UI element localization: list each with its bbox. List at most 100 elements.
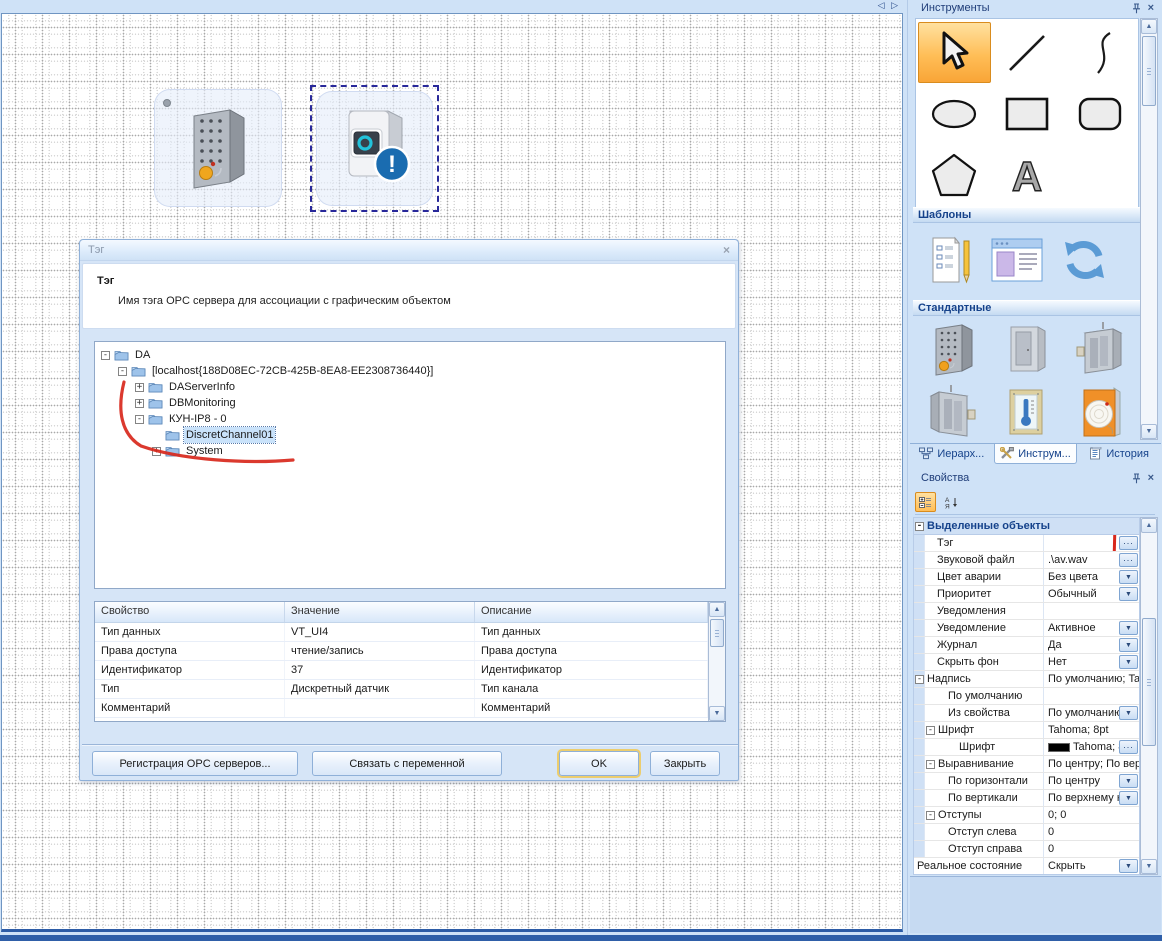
dropdown-button[interactable]: ▼: [1119, 638, 1138, 652]
register-opc-servers-button[interactable]: Регистрация OPC серверов...: [92, 751, 298, 776]
property-value[interactable]: По умолчанию; Taho: [1044, 671, 1139, 687]
property-value[interactable]: 0: [1044, 824, 1139, 840]
alphabetical-icon[interactable]: АЯ: [941, 492, 962, 512]
dropdown-button[interactable]: ▼: [1119, 774, 1138, 788]
tab-История[interactable]: История: [1077, 444, 1161, 464]
property-value[interactable]: ...: [1044, 535, 1139, 551]
rectangle-tool[interactable]: [991, 83, 1064, 144]
tree-item[interactable]: + DBMonitoring: [95, 395, 725, 411]
property-row[interactable]: Отступ справа0: [914, 841, 1139, 858]
door-device[interactable]: [993, 320, 1059, 378]
property-row[interactable]: Скрыть фонНет▼: [914, 654, 1139, 671]
property-row[interactable]: -Отступы0; 0: [914, 807, 1139, 824]
property-row[interactable]: Цвет аварииБез цвета▼: [914, 569, 1139, 586]
properties-scrollbar[interactable]: ▲ ▼: [1140, 517, 1158, 875]
bind-variable-button[interactable]: Связать с переменной: [312, 751, 502, 776]
scroll-up-icon[interactable]: ▲: [709, 602, 725, 617]
dropdown-button[interactable]: ▼: [1119, 570, 1138, 584]
tree-expander-minus-icon[interactable]: -: [118, 367, 127, 376]
cabinet-left-device[interactable]: [919, 383, 985, 441]
property-value[interactable]: 0; 0: [1044, 807, 1139, 823]
section-header-standard[interactable]: Стандартные: [913, 300, 1140, 316]
dropdown-button[interactable]: ▼: [1119, 587, 1138, 601]
property-value[interactable]: 0: [1044, 841, 1139, 857]
scroll-up-icon[interactable]: ▲: [1141, 518, 1157, 533]
cursor-tool[interactable]: [918, 22, 991, 83]
ellipsis-button[interactable]: ...: [1119, 740, 1138, 754]
tree-expander-plus-icon[interactable]: +: [135, 383, 144, 392]
table-row[interactable]: Идентификатор37Идентификатор: [95, 661, 708, 680]
property-row[interactable]: Уведомления: [914, 603, 1139, 620]
dialog-titlebar[interactable]: Тэг ×: [80, 240, 738, 261]
scrollbar-thumb[interactable]: [1142, 36, 1156, 106]
scrollbar-thumb[interactable]: [1142, 618, 1156, 746]
property-row[interactable]: По горизонталиПо центру▼: [914, 773, 1139, 790]
canvas-object-sensor[interactable]: !: [316, 91, 433, 206]
close-icon[interactable]: ×: [723, 243, 730, 257]
property-row[interactable]: -ВыравниваниеПо центру; По верхн: [914, 756, 1139, 773]
tree-item[interactable]: - [localhost{188D08EC-72CB-425B-8EA8-EE23…: [95, 363, 725, 379]
text-tool[interactable]: A: [991, 144, 1064, 205]
ellipsis-button[interactable]: ...: [1119, 553, 1138, 567]
scrollbar-thumb[interactable]: [710, 619, 724, 647]
property-value[interactable]: По умолчанию▼: [1044, 705, 1139, 721]
expander-minus-icon[interactable]: -: [926, 811, 935, 820]
tree-item-label[interactable]: DiscretChannel01: [184, 427, 275, 443]
keypad-device[interactable]: [919, 320, 985, 378]
tree-item[interactable]: + System: [95, 443, 725, 459]
property-row[interactable]: -НадписьПо умолчанию; Taho: [914, 671, 1139, 688]
property-value[interactable]: Обычный▼: [1044, 586, 1139, 602]
section-header-templates[interactable]: Шаблоны: [913, 207, 1140, 223]
close-icon[interactable]: ×: [1148, 472, 1154, 484]
tree-item-label[interactable]: [localhost{188D08EC-72CB-425B-8EA8-EE230…: [150, 363, 435, 379]
selection-handle[interactable]: [163, 99, 171, 107]
line-tool[interactable]: [991, 22, 1064, 83]
dropdown-button[interactable]: ▼: [1119, 621, 1138, 635]
scroll-down-icon[interactable]: ▼: [1141, 424, 1157, 439]
property-value[interactable]: По верхнему кра▼: [1044, 790, 1139, 806]
property-row[interactable]: УведомлениеАктивное▼: [914, 620, 1139, 637]
smoke-detector-device[interactable]: [1067, 383, 1133, 441]
property-value[interactable]: Скрыть▼: [1044, 858, 1139, 874]
curve-tool[interactable]: [1063, 22, 1136, 83]
property-row[interactable]: Звуковой файл.\av.wav...: [914, 552, 1139, 569]
property-row[interactable]: Из свойстваПо умолчанию▼: [914, 705, 1139, 722]
property-row[interactable]: -Выделенные объекты: [914, 518, 1139, 535]
expander-minus-icon[interactable]: -: [915, 675, 924, 684]
table-row[interactable]: Права доступачтение/записьПрава доступа: [95, 642, 708, 661]
opc-tree[interactable]: -DA- [localhost{188D08EC-72CB-425B-8EA8-E…: [94, 341, 726, 589]
property-row[interactable]: ЖурналДа▼: [914, 637, 1139, 654]
table-scrollbar[interactable]: ▲ ▼: [708, 602, 725, 721]
tree-item-label[interactable]: DBMonitoring: [167, 395, 238, 411]
scroll-up-icon[interactable]: ▲: [1141, 19, 1157, 34]
tree-item-label[interactable]: DAServerInfo: [167, 379, 237, 395]
canvas-object-keypad[interactable]: [154, 89, 282, 207]
table-header-cell[interactable]: Свойство: [95, 602, 285, 622]
tree-expander-plus-icon[interactable]: +: [135, 399, 144, 408]
nav-left-icon[interactable]: ◁: [878, 0, 887, 10]
tree-expander-plus-icon[interactable]: +: [152, 447, 161, 456]
scroll-down-icon[interactable]: ▼: [709, 706, 725, 721]
nav-right-icon[interactable]: ▷: [891, 0, 900, 10]
tree-item[interactable]: -КУН-IP8 - 0: [95, 411, 725, 427]
tab-Инструм[interactable]: Инструм...: [994, 444, 1078, 464]
property-value[interactable]: Нет▼: [1044, 654, 1139, 670]
cabinet-right-device[interactable]: [1067, 320, 1133, 378]
thermometer-device[interactable]: [993, 383, 1059, 441]
property-value[interactable]: По центру▼: [1044, 773, 1139, 789]
property-value[interactable]: .\av.wav...: [1044, 552, 1139, 568]
property-value[interactable]: Tahoma; 8pt...: [1044, 739, 1139, 755]
tree-item-label[interactable]: System: [184, 443, 225, 459]
property-row[interactable]: По умолчанию: [914, 688, 1139, 705]
ellipsis-button[interactable]: ...: [1119, 536, 1138, 550]
document-template[interactable]: [927, 236, 975, 284]
design-canvas[interactable]: ! Тэг × Тэг Имя тэга OPC сервера для асс…: [1, 13, 903, 932]
tree-item-label[interactable]: DA: [133, 347, 152, 363]
pin-icon[interactable]: [1132, 473, 1141, 484]
tab-Иерарх[interactable]: Иерарх...: [910, 444, 994, 464]
property-row[interactable]: -ШрифтTahoma; 8pt: [914, 722, 1139, 739]
expander-minus-icon[interactable]: -: [926, 726, 935, 735]
property-row[interactable]: Тэг...: [914, 535, 1139, 552]
dropdown-button[interactable]: ▼: [1119, 791, 1138, 805]
dropdown-button[interactable]: ▼: [1119, 706, 1138, 720]
